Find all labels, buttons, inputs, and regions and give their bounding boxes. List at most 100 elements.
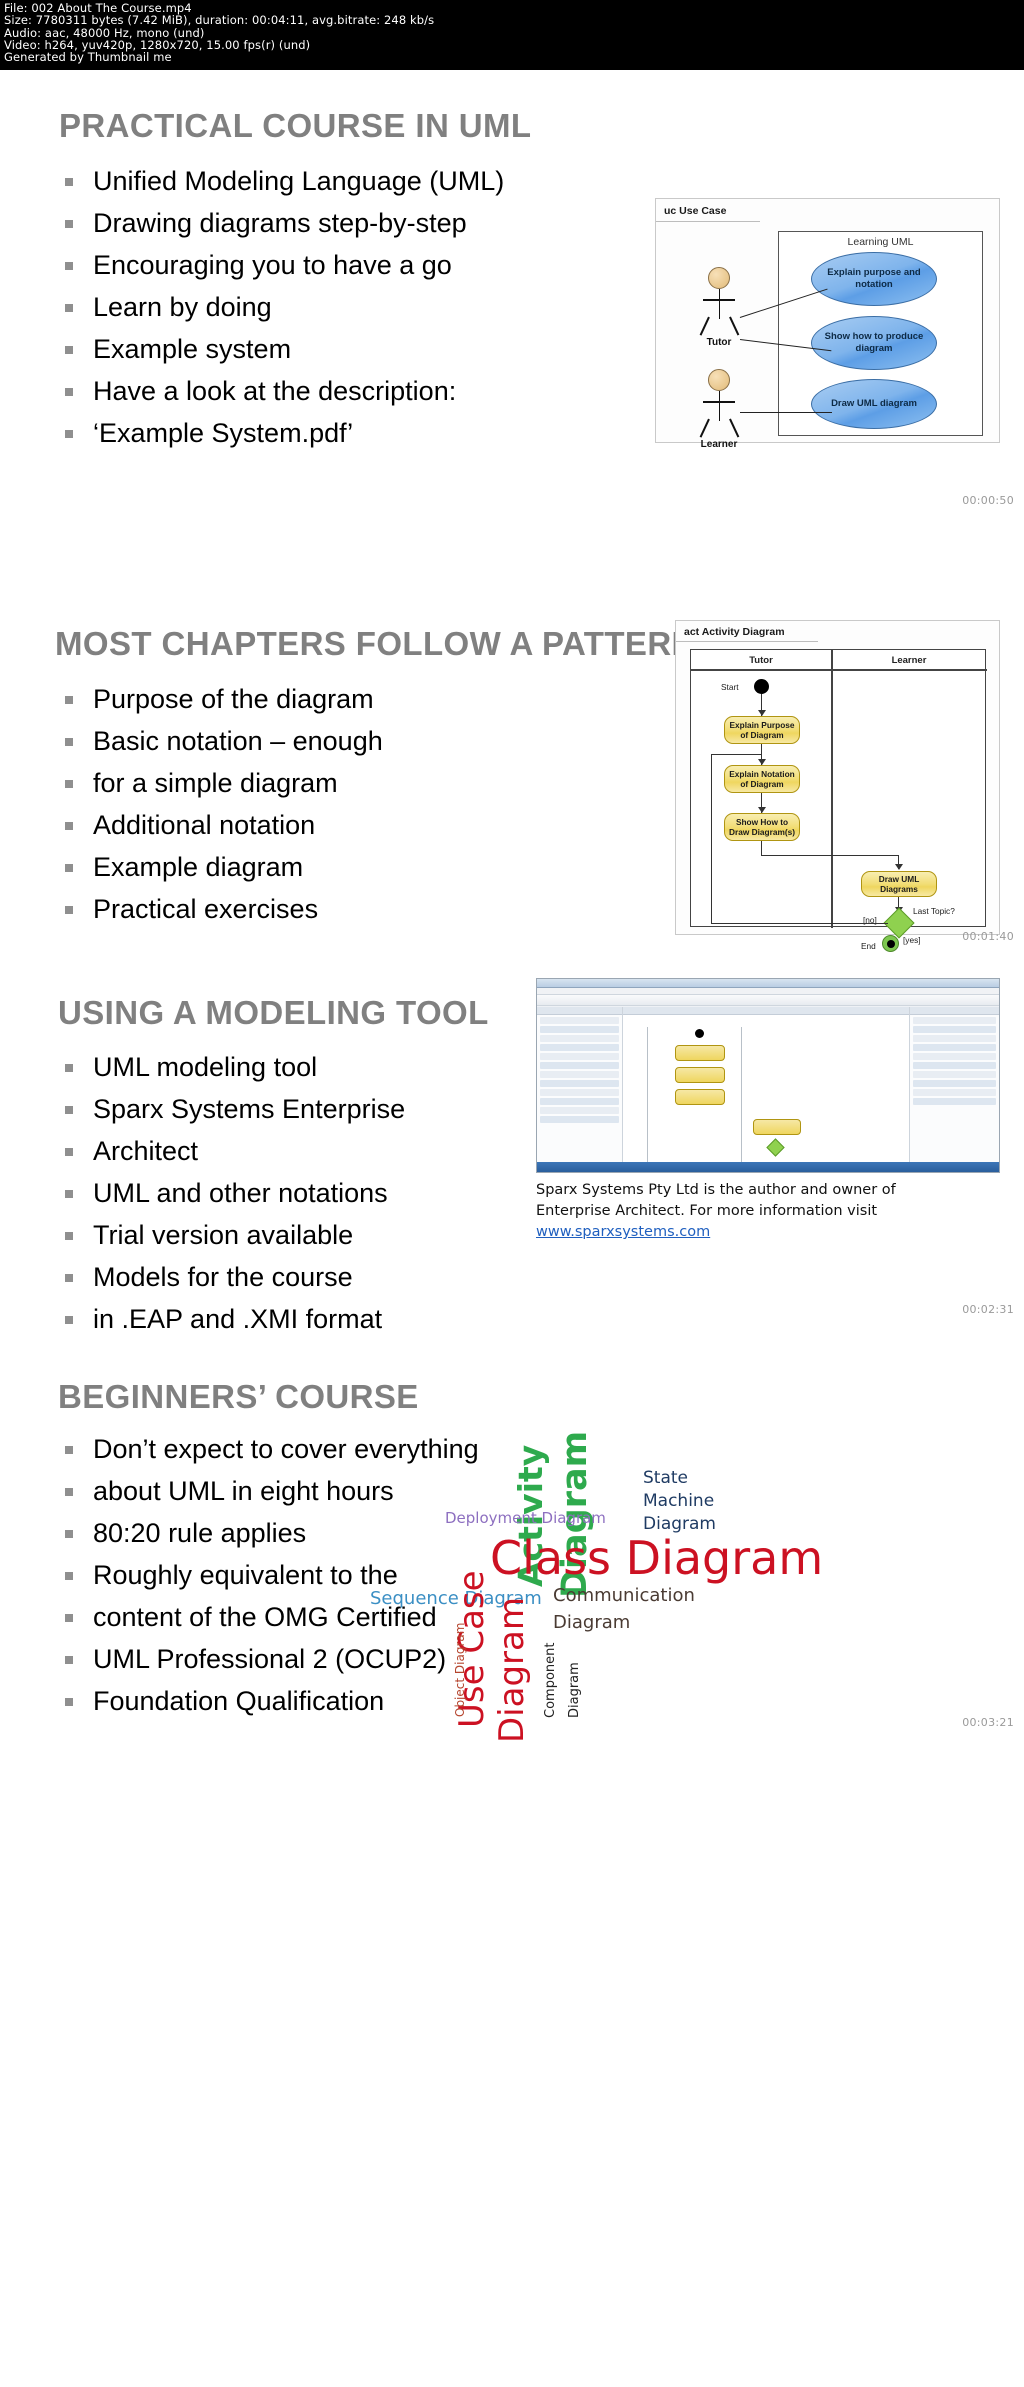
tab-underline (676, 641, 818, 642)
slide-practical-course: Practical Course in UML Unified Modeling… (0, 70, 1024, 580)
list-item: UML modeling tool (60, 1046, 500, 1088)
ea-decision-node (766, 1138, 785, 1157)
caption-line-2: Enterprise Architect. For more informati… (536, 1203, 878, 1219)
list-item-continuation: Architect (60, 1130, 500, 1172)
list-item: Basic notation – enough (60, 720, 480, 762)
ea-toolbox-item (540, 1053, 619, 1060)
ea-lane-divider (741, 1027, 742, 1172)
slide-chapter-pattern: Most chapters follow a pattern Purpose o… (0, 580, 1024, 958)
actor-arms (703, 401, 735, 403)
slide-beginners-course: Beginners’ Course Don’t expect to cover … (0, 1348, 1024, 1748)
sparxsystems-link[interactable]: www.sparxsystems.com (536, 1224, 710, 1240)
ea-title-bar (537, 979, 999, 988)
activity-explain-notation: Explain Notation of Diagram (724, 765, 800, 793)
diagram-tab-label: uc Use Case (664, 205, 727, 217)
ea-toolbox-item (540, 1071, 619, 1078)
slide-timestamp: 00:00:50 (962, 494, 1014, 507)
ea-toolbox-item (540, 1116, 619, 1123)
slide-timestamp: 00:01:40 (962, 930, 1014, 943)
ea-toolbox-header (537, 1007, 622, 1015)
list-item: Additional notation (60, 804, 480, 846)
initial-node (754, 679, 769, 694)
ea-toolbox-item (540, 1080, 619, 1087)
cloud-word-machine: Machine (643, 1491, 715, 1511)
ea-browser-item (913, 1071, 996, 1078)
list-item: Purpose of the diagram (60, 678, 480, 720)
actor-leg-left (699, 418, 710, 438)
ea-toolbox-item (540, 1017, 619, 1024)
association-learner-draw (740, 412, 832, 414)
diagram-tab-label: act Activity Diagram (684, 626, 785, 638)
activity-show-how: Show How to Draw Diagram(s) (724, 813, 800, 841)
list-item-continuation: about UML in eight hours (60, 1470, 580, 1512)
cloud-word-state: State (643, 1468, 688, 1488)
final-node-core (886, 939, 895, 948)
ea-toolbox-item (540, 1089, 619, 1096)
list-item-continuation: in .EAP and .XMI format (60, 1298, 500, 1340)
actor-leg-right (729, 316, 739, 336)
ea-browser-item (913, 1044, 996, 1051)
ea-diagram-canvas[interactable] (623, 1007, 909, 1172)
cloud-word-component: Component (543, 1642, 558, 1718)
activity-draw-uml: Draw UML Diagrams (861, 871, 937, 897)
loop-segment (711, 754, 713, 924)
ea-menu-bar (537, 988, 999, 995)
slide-modeling-tool: Using a modeling tool UML modeling tool … (0, 958, 1024, 1348)
actor-body (718, 289, 720, 319)
bullet-list: Purpose of the diagram Basic notation – … (60, 678, 480, 930)
ea-browser-item (913, 1026, 996, 1033)
ea-activity-node (753, 1119, 801, 1135)
loop-segment (711, 754, 761, 756)
cloud-word-object-diagram: Object Diagram (453, 1622, 467, 1717)
activity-diagram: act Activity Diagram Tutor Learner Start… (675, 620, 1000, 952)
meta-size: Size: 7780311 bytes (7.42 MiB), duration… (4, 13, 435, 28)
actor-arms (703, 299, 735, 301)
lane-label-tutor: Tutor (749, 655, 773, 666)
system-boundary: Learning UML Explain purpose and notatio… (778, 231, 983, 436)
meta-generated: Generated by Thumbnail me (4, 50, 172, 65)
ea-toolbox-item (540, 1026, 619, 1033)
actor-learner: Learner (698, 369, 760, 461)
ea-browser-item (913, 1080, 996, 1087)
page-title: Using a modeling tool (58, 994, 489, 1031)
cloud-word-diagram-red: Diagram (492, 1597, 532, 1743)
flow-segment (761, 841, 763, 856)
list-item: Drawing diagrams step-by-step (60, 202, 620, 244)
use-case-draw-uml: Draw UML diagram (811, 379, 937, 429)
ea-toolbar (537, 995, 999, 1006)
end-label: End (861, 941, 876, 951)
cloud-word-class-diagram: Class Diagram (490, 1531, 824, 1585)
ea-project-browser[interactable] (909, 1007, 999, 1162)
start-label: Start (721, 682, 739, 692)
actor-leg-left (699, 316, 710, 336)
list-item: Sparx Systems Enterprise (60, 1088, 500, 1130)
list-item: Trial version available (60, 1214, 500, 1256)
actor-head-icon (708, 369, 730, 391)
ea-diagram-tabs[interactable] (623, 1007, 909, 1015)
ea-start-node (695, 1029, 704, 1038)
list-item: Models for the course (60, 1256, 500, 1298)
activity-frame: Tutor Learner Start Explain Purpose of D… (690, 649, 987, 945)
actor-leg-right (729, 418, 739, 438)
arrowhead-icon (894, 864, 903, 870)
ea-workspace (537, 1007, 999, 1172)
ea-activity-node (675, 1089, 725, 1105)
cloud-word-diagram-brown: Diagram (553, 1612, 631, 1633)
use-case-explain-purpose: Explain purpose and notation (811, 252, 937, 306)
boundary-label: Learning UML (847, 236, 914, 248)
cloud-word-diagram-black: Diagram (567, 1662, 582, 1718)
slide-timestamp: 00:03:21 (962, 1716, 1014, 1729)
list-item: Example system (60, 328, 620, 370)
cloud-word-communication: Communication (553, 1585, 695, 1606)
enterprise-architect-screenshot (536, 978, 1000, 1173)
ea-browser-item (913, 1035, 996, 1042)
list-item: Don’t expect to cover everything (60, 1428, 580, 1470)
bullet-list: UML modeling tool Sparx Systems Enterpri… (60, 1046, 500, 1340)
use-case-show-how: Show how to produce diagram (811, 316, 937, 370)
actor-head-icon (708, 267, 730, 289)
ea-toolbox-panel[interactable] (537, 1007, 623, 1162)
ea-browser-item (913, 1098, 996, 1105)
loop-segment (711, 923, 888, 925)
ea-activity-node (675, 1067, 725, 1083)
ea-toolbox-item (540, 1044, 619, 1051)
